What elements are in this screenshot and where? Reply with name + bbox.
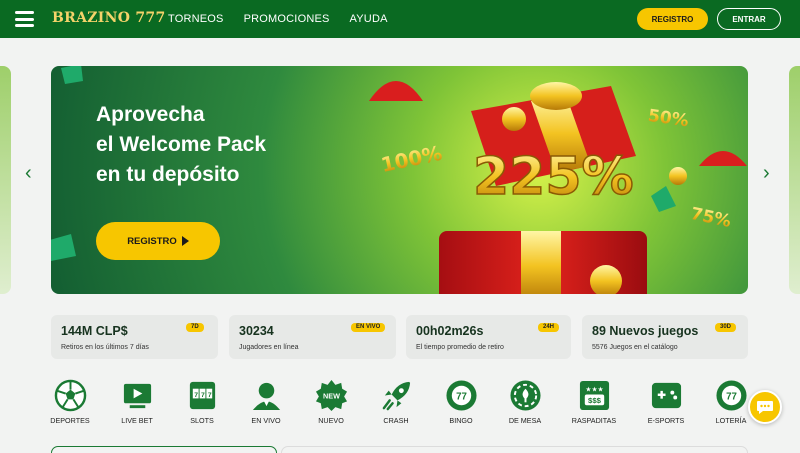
headline-line-3: en tu depósito bbox=[96, 163, 240, 186]
stat-card-withdrawals: 144M CLP$ Retiros en los últimos 7 días … bbox=[51, 315, 218, 359]
category-crash[interactable]: CRASH bbox=[367, 379, 425, 429]
svg-text:7: 7 bbox=[201, 392, 205, 399]
play-arrow-icon bbox=[181, 236, 189, 246]
nav-torneos[interactable]: TORNEOS bbox=[168, 13, 224, 25]
svg-text:50%: 50% bbox=[647, 106, 690, 131]
stat-badge: EN VIVO bbox=[351, 323, 386, 332]
slot-machine-icon: 7 7 7 bbox=[189, 381, 215, 410]
category-slots[interactable]: 7 7 7 SLOTS bbox=[173, 379, 231, 429]
svg-text:7: 7 bbox=[207, 392, 211, 399]
svg-text:7: 7 bbox=[194, 392, 198, 399]
stat-label: El tiempo promedio de retiro bbox=[416, 344, 504, 351]
menu-icon[interactable] bbox=[15, 11, 34, 27]
banner-headline: Aprovecha el Welcome Pack en tu depósito bbox=[96, 100, 266, 190]
new-badge-icon: NEW bbox=[315, 379, 347, 412]
login-button[interactable]: ENTRAR bbox=[717, 8, 781, 30]
headline-line-1: Aprovecha bbox=[96, 103, 205, 126]
svg-text:$$$: $$$ bbox=[588, 396, 602, 405]
stat-value: 30234 bbox=[239, 324, 274, 338]
svg-text:NEW: NEW bbox=[323, 391, 340, 400]
nav-promociones[interactable]: PROMOCIONES bbox=[244, 13, 330, 25]
rocket-icon bbox=[382, 381, 410, 411]
welcome-banner[interactable]: 225% 100% 50% 75% Aprovecha el Welcome P… bbox=[51, 66, 748, 294]
main-nav: TORNEOS PROMOCIONES AYUDA bbox=[168, 13, 388, 25]
svg-text:77: 77 bbox=[456, 391, 467, 402]
register-button[interactable]: REGISTRO bbox=[637, 8, 708, 30]
banner-register-button[interactable]: REGISTRO bbox=[96, 222, 220, 260]
stat-card-players: 30234 Jugadores en línea EN VIVO bbox=[229, 315, 396, 359]
stat-label: Jugadores en línea bbox=[239, 344, 299, 351]
svg-text:★★★: ★★★ bbox=[585, 387, 603, 394]
chevron-right-icon[interactable]: › bbox=[763, 163, 777, 183]
chat-bubble-icon bbox=[757, 401, 773, 414]
brand-logo[interactable]: BRAZINO 777 bbox=[52, 10, 166, 26]
chevron-left-icon[interactable]: ‹ bbox=[25, 163, 39, 183]
category-e-sports[interactable]: E-SPORTS bbox=[637, 379, 695, 429]
gamepad-icon bbox=[651, 382, 681, 409]
chat-button[interactable] bbox=[748, 390, 782, 424]
stat-badge: 30D bbox=[715, 323, 737, 332]
poker-chip-icon bbox=[509, 380, 541, 411]
headline-line-2: el Welcome Pack bbox=[96, 133, 267, 156]
stat-value: 144M CLP$ bbox=[61, 324, 128, 338]
nav-ayuda[interactable]: AYUDA bbox=[350, 13, 388, 25]
stat-badge: 24H bbox=[538, 323, 560, 332]
category-de-mesa[interactable]: DE MESA bbox=[496, 379, 554, 429]
stat-card-withdraw-time: 00h02m26s El tiempo promedio de retiro 2… bbox=[406, 315, 571, 359]
stat-value: 00h02m26s bbox=[416, 324, 484, 338]
banner-register-label: REGISTRO bbox=[127, 235, 177, 247]
stat-value: 89 Nuevos juegos bbox=[592, 324, 699, 338]
next-slide-peek bbox=[789, 66, 800, 294]
bottom-card-left bbox=[51, 446, 277, 453]
svg-text:77: 77 bbox=[726, 391, 737, 402]
category-deportes[interactable]: DEPORTES bbox=[41, 379, 99, 429]
category-nuevo[interactable]: NEW NUEVO bbox=[302, 379, 360, 429]
stat-label: Retiros en los últimos 7 días bbox=[61, 344, 149, 351]
svg-text:75%: 75% bbox=[689, 204, 733, 232]
bingo-ball-icon: 77 bbox=[445, 380, 477, 411]
svg-text:100%: 100% bbox=[379, 141, 444, 177]
live-dealer-icon bbox=[252, 382, 280, 411]
category-live-bet[interactable]: LIVE BET bbox=[108, 379, 166, 429]
top-header: BRAZINO 777 TORNEOS PROMOCIONES AYUDA RE… bbox=[0, 0, 800, 38]
category-bingo[interactable]: 77 BINGO bbox=[432, 379, 490, 429]
category-raspaditas[interactable]: ★★★ $$$ RASPADITAS bbox=[565, 379, 623, 429]
lottery-ball-icon: 77 bbox=[715, 380, 747, 411]
soccer-ball-icon bbox=[54, 379, 86, 412]
bottom-card-right bbox=[281, 446, 748, 453]
scratch-card-icon: ★★★ $$$ bbox=[579, 380, 609, 411]
svg-text:225%: 225% bbox=[473, 147, 634, 207]
stat-card-new-games: 89 Nuevos juegos 5576 Juegos en el catál… bbox=[582, 315, 748, 359]
live-bet-icon bbox=[123, 383, 151, 409]
category-en-vivo[interactable]: EN VIVO bbox=[237, 379, 295, 429]
stat-badge: 7D bbox=[186, 323, 204, 332]
stat-label: 5576 Juegos en el catálogo bbox=[592, 344, 678, 351]
prev-slide-peek bbox=[0, 66, 11, 294]
